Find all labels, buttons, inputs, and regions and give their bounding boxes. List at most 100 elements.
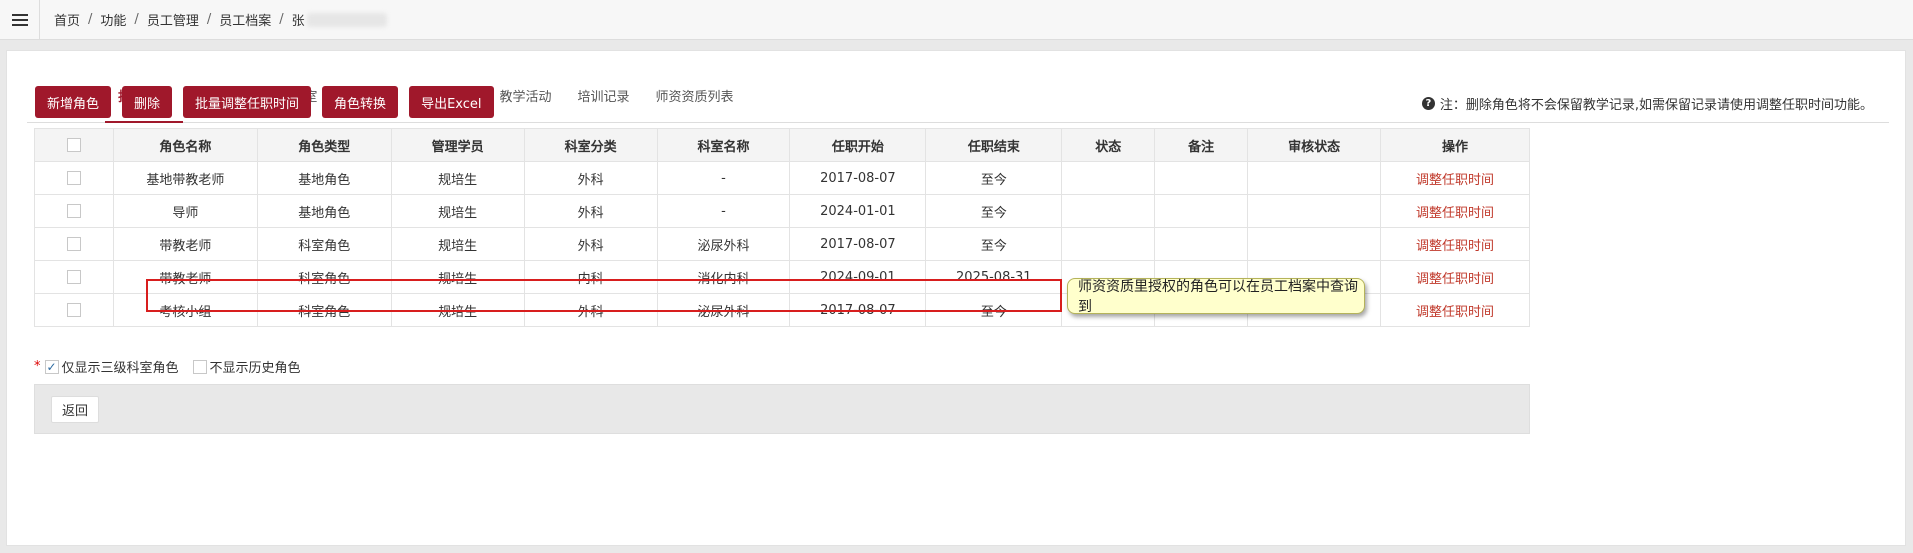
column-header: 科室名称: [656, 128, 791, 162]
cell-role-type: 科室角色: [256, 227, 392, 261]
cell-department-name: -: [656, 194, 791, 228]
breadcrumb-current-name: 张: [291, 14, 305, 29]
note-text: 注：删除角色将不会保留教学记录,如需保留记录请使用调整任职时间功能。: [1439, 98, 1873, 113]
question-icon: ?: [1421, 97, 1435, 110]
column-header: 备注: [1154, 128, 1249, 162]
tab-teaching-activities[interactable]: 教学活动: [486, 75, 564, 122]
breadcrumb: 首页 / 功能 / 员工管理 / 员工档案 / 张: [40, 10, 387, 29]
cell-actions: 调整任职时间: [1380, 194, 1530, 228]
toolbar: 新增角色 删除 批量调整任职时间 角色转换 导出Excel: [35, 86, 494, 118]
row-select-cell: [34, 260, 114, 294]
cell-role-name: 带教老师: [112, 227, 258, 261]
column-header: 角色类型: [256, 128, 392, 162]
row-checkbox[interactable]: [66, 204, 81, 218]
highlight-box: [146, 279, 1062, 312]
row-select-cell: [34, 293, 114, 327]
back-button[interactable]: 返回: [51, 396, 100, 423]
column-header: 管理学员: [390, 128, 525, 162]
breadcrumb-home[interactable]: 首页: [54, 10, 80, 29]
show-level3-label: 仅显示三级科室角色: [61, 361, 179, 376]
cell-review-status: [1247, 194, 1382, 228]
row-checkbox[interactable]: [66, 171, 81, 185]
row-checkbox[interactable]: [66, 237, 81, 251]
column-header: 状态: [1061, 128, 1156, 162]
column-header: 科室分类: [523, 128, 658, 162]
breadcrumb-function[interactable]: 功能: [100, 10, 126, 29]
cell-managed-trainees: 规培生: [390, 227, 525, 261]
hide-history-checkbox[interactable]: [192, 359, 207, 374]
cell-department-category: 外科: [523, 194, 658, 228]
adjust-tenure-link[interactable]: 调整任职时间: [1416, 305, 1494, 320]
delete-note: ? 注：删除角色将不会保留教学记录,如需保留记录请使用调整任职时间功能。: [1421, 94, 1873, 113]
column-header: 审核状态: [1247, 128, 1382, 162]
hide-history-label: 不显示历史角色: [209, 361, 301, 376]
cell-actions: 调整任职时间: [1380, 260, 1530, 294]
table-row: 带教老师 科室角色 规培生 外科 泌尿外科 2017-08-07 至今 调整任职…: [34, 227, 1530, 261]
required-mark: *: [34, 359, 41, 374]
cell-role-type: 基地角色: [256, 194, 392, 228]
role-conversion-button[interactable]: 角色转换: [322, 86, 399, 118]
cell-role-name: 导师: [112, 194, 258, 228]
breadcrumb-separator: /: [88, 12, 93, 27]
cell-remarks: [1154, 161, 1249, 195]
adjust-tenure-link[interactable]: 调整任职时间: [1416, 206, 1494, 221]
delete-button[interactable]: 删除: [122, 86, 173, 118]
cell-actions: 调整任职时间: [1380, 161, 1530, 195]
select-all-cell: [34, 128, 114, 162]
cell-actions: 调整任职时间: [1380, 227, 1530, 261]
breadcrumb-separator: /: [279, 12, 284, 27]
column-header: 任职结束: [925, 128, 1063, 162]
cell-review-status: [1247, 161, 1382, 195]
menu-toggle-icon[interactable]: [0, 0, 40, 40]
cell-department-name: 泌尿外科: [656, 227, 791, 261]
footer-bar: 返回: [34, 384, 1530, 434]
cell-status: [1061, 161, 1156, 195]
row-checkbox[interactable]: [66, 270, 81, 284]
cell-review-status: [1247, 227, 1382, 261]
breadcrumb-separator: /: [134, 12, 139, 27]
adjust-tenure-link[interactable]: 调整任职时间: [1416, 272, 1494, 287]
cell-tenure-start: 2017-08-07: [789, 227, 927, 261]
export-excel-button[interactable]: 导出Excel: [409, 86, 494, 118]
adjust-tenure-link[interactable]: 调整任职时间: [1416, 173, 1494, 188]
table-row: 导师 基地角色 规培生 外科 - 2024-01-01 至今 调整任职时间: [34, 194, 1530, 228]
top-bar: 首页 / 功能 / 员工管理 / 员工档案 / 张: [0, 0, 1913, 40]
row-select-cell: [34, 227, 114, 261]
select-all-checkbox[interactable]: [66, 138, 81, 152]
cell-managed-trainees: 规培生: [390, 194, 525, 228]
row-checkbox[interactable]: [66, 303, 81, 317]
cell-role-name: 基地带教老师: [112, 161, 258, 195]
column-header: 角色名称: [112, 128, 258, 162]
column-header: 任职开始: [789, 128, 927, 162]
cell-status: [1061, 194, 1156, 228]
table-row: 基地带教老师 基地角色 规培生 外科 - 2017-08-07 至今 调整任职时…: [34, 161, 1530, 195]
show-level3-checkbox[interactable]: [44, 359, 59, 374]
tab-training-records[interactable]: 培训记录: [564, 75, 642, 122]
hide-history-option[interactable]: 不显示历史角色: [192, 357, 301, 376]
row-select-cell: [34, 194, 114, 228]
cell-department-name: -: [656, 161, 791, 195]
annotation-callout: 师资资质里授权的角色可以在员工档案中查询到: [1067, 278, 1365, 315]
redacted-name: [306, 12, 387, 27]
cell-remarks: [1154, 194, 1249, 228]
cell-remarks: [1154, 227, 1249, 261]
breadcrumb-staff-management[interactable]: 员工管理: [147, 10, 199, 29]
cell-department-category: 外科: [523, 161, 658, 195]
cell-tenure-end: 至今: [925, 161, 1063, 195]
batch-adjust-tenure-button[interactable]: 批量调整任职时间: [183, 86, 312, 118]
cell-tenure-end: 至今: [925, 194, 1063, 228]
cell-managed-trainees: 规培生: [390, 161, 525, 195]
adjust-tenure-link[interactable]: 调整任职时间: [1416, 239, 1494, 254]
cell-tenure-start: 2024-01-01: [789, 194, 927, 228]
add-role-button[interactable]: 新增角色: [35, 86, 112, 118]
table-header-row: 角色名称 角色类型 管理学员 科室分类 科室名称 任职开始 任职结束 状态 备注…: [34, 128, 1530, 162]
breadcrumb-staff-archive[interactable]: 员工档案: [219, 10, 271, 29]
tab-teacher-qualifications[interactable]: 师资资质列表: [642, 75, 746, 122]
breadcrumb-separator: /: [206, 12, 212, 27]
filter-options: * 仅显示三级科室角色 不显示历史角色: [34, 357, 315, 376]
cell-status: [1061, 227, 1156, 261]
show-level3-option[interactable]: 仅显示三级科室角色: [44, 357, 179, 376]
cell-department-category: 外科: [523, 227, 658, 261]
cell-tenure-start: 2017-08-07: [789, 161, 927, 195]
cell-role-type: 基地角色: [256, 161, 392, 195]
